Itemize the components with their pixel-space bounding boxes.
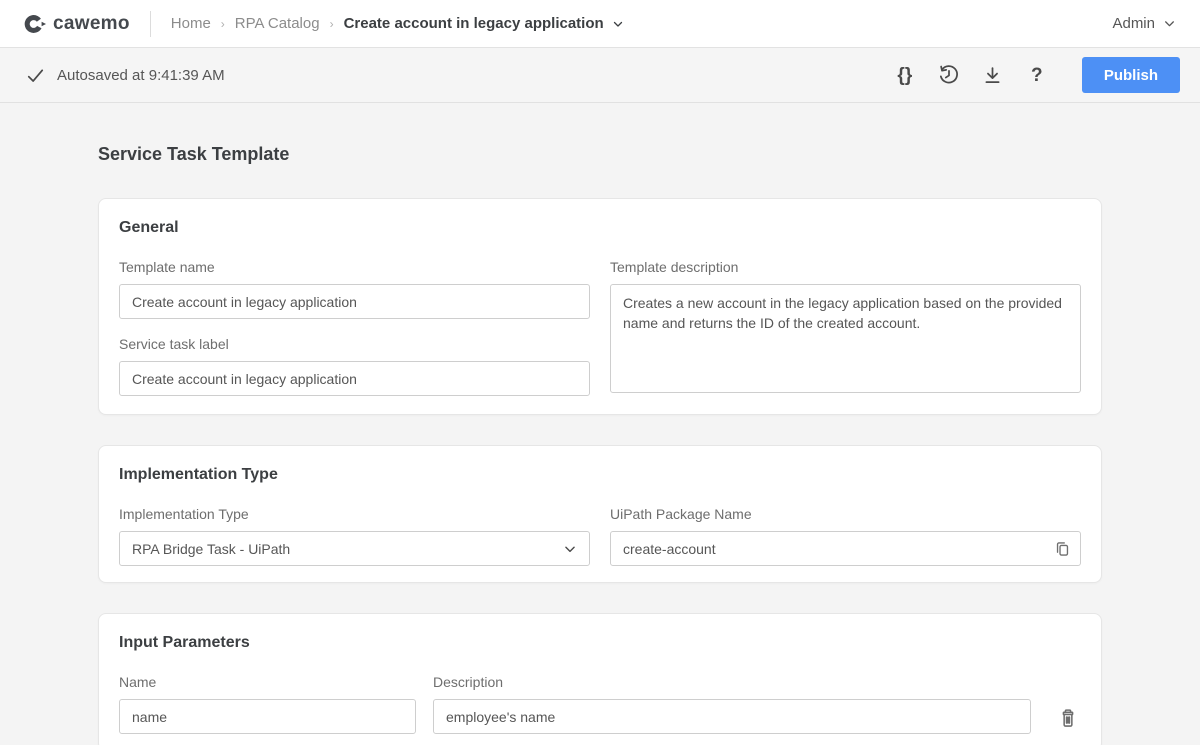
version-history-icon[interactable]	[934, 60, 964, 90]
parameter-name-label: Name	[119, 674, 416, 690]
user-menu[interactable]: Admin	[1112, 15, 1176, 32]
autosave-status-text: Autosaved at 9:41:39 AM	[57, 67, 225, 84]
autosave-status: Autosaved at 9:41:39 AM	[26, 66, 225, 85]
input-parameters-card: Input Parameters Name Description	[98, 613, 1102, 745]
parameter-description-label: Description	[433, 674, 1031, 690]
delete-parameter-button[interactable]	[1057, 707, 1079, 729]
top-navbar: cawemo Home › RPA Catalog › Create accou…	[0, 0, 1200, 48]
implementation-type-value: RPA Bridge Task - UiPath	[132, 541, 290, 557]
breadcrumb-current-label: Create account in legacy application	[344, 15, 604, 32]
input-parameter-row: Name Description	[119, 674, 1081, 734]
navbar-divider	[150, 11, 151, 37]
parameter-name-input[interactable]	[119, 699, 416, 734]
code-braces-icon[interactable]: {}	[890, 60, 920, 90]
general-card: General Template name Service task label…	[98, 198, 1102, 415]
template-name-input[interactable]	[119, 284, 590, 319]
user-menu-label: Admin	[1112, 15, 1155, 32]
template-description-label: Template description	[610, 259, 1081, 275]
breadcrumb-separator-icon: ›	[221, 17, 225, 31]
breadcrumb-rpa-catalog[interactable]: RPA Catalog	[235, 15, 320, 32]
cawemo-logo-icon	[24, 13, 46, 35]
uipath-package-name-label: UiPath Package Name	[610, 506, 1081, 522]
uipath-package-name-input[interactable]	[610, 531, 1081, 566]
template-name-label: Template name	[119, 259, 590, 275]
implementation-type-select[interactable]: RPA Bridge Task - UiPath	[119, 531, 590, 566]
template-description-textarea[interactable]: Creates a new account in the legacy appl…	[610, 284, 1081, 393]
implementation-type-label: Implementation Type	[119, 506, 590, 522]
parameter-description-input[interactable]	[433, 699, 1031, 734]
breadcrumb: Home › RPA Catalog › Create account in l…	[171, 15, 624, 32]
service-task-label-input[interactable]	[119, 361, 590, 396]
editor-toolbar: Autosaved at 9:41:39 AM {} ? Publish	[0, 48, 1200, 103]
publish-button[interactable]: Publish	[1082, 57, 1180, 93]
cawemo-logo[interactable]: cawemo	[24, 13, 130, 35]
breadcrumb-current-page[interactable]: Create account in legacy application	[344, 15, 624, 32]
trash-icon	[1057, 707, 1079, 729]
implementation-type-heading: Implementation Type	[119, 466, 1081, 484]
breadcrumb-home[interactable]: Home	[171, 15, 211, 32]
copy-icon[interactable]	[1054, 540, 1071, 557]
general-card-heading: General	[119, 219, 1081, 237]
download-icon[interactable]	[978, 60, 1008, 90]
template-editor-content: Service Task Template General Template n…	[0, 103, 1200, 745]
input-parameters-heading: Input Parameters	[119, 634, 1081, 652]
toolbar-actions: {} ? Publish	[890, 57, 1180, 93]
breadcrumb-separator-icon: ›	[330, 17, 334, 31]
page-title: Service Task Template	[98, 144, 1102, 165]
chevron-down-icon	[612, 18, 624, 30]
implementation-type-card: Implementation Type Implementation Type …	[98, 445, 1102, 583]
chevron-down-icon	[563, 542, 577, 556]
service-task-label-label: Service task label	[119, 336, 590, 352]
checkmark-icon	[26, 66, 45, 85]
chevron-down-icon	[1163, 17, 1176, 30]
help-icon[interactable]: ?	[1022, 60, 1052, 90]
cawemo-logo-text: cawemo	[53, 13, 130, 35]
